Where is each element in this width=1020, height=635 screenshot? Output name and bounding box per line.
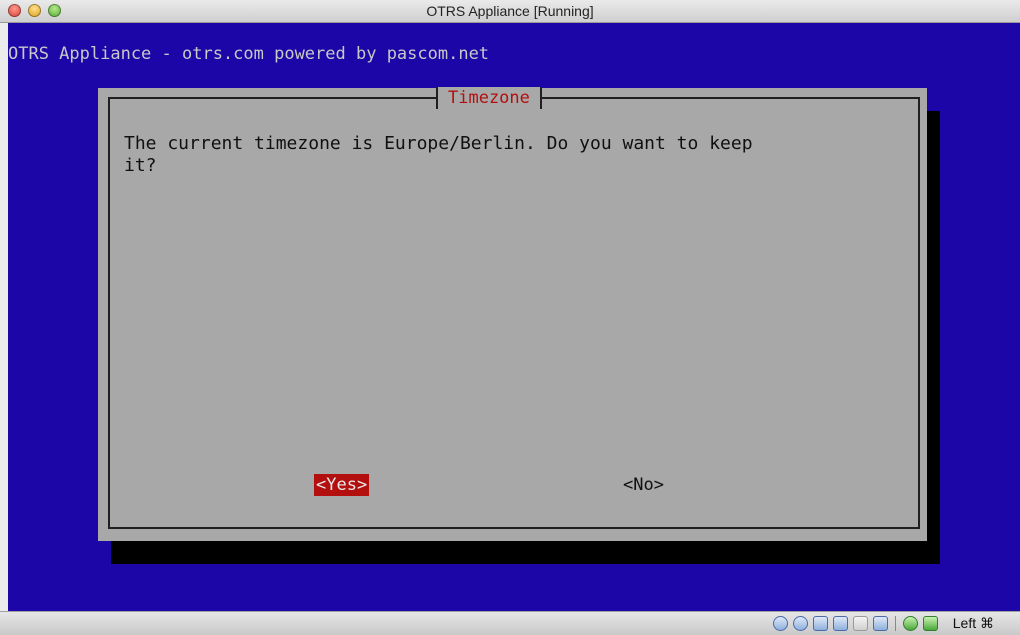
shared-folder-icon[interactable] xyxy=(853,616,868,631)
hard-disk-icon[interactable] xyxy=(773,616,788,631)
dialog-title: Timezone xyxy=(436,87,542,109)
yes-button[interactable]: <Yes> xyxy=(314,474,370,496)
usb-icon[interactable] xyxy=(813,616,828,631)
capture-icon[interactable] xyxy=(903,616,918,631)
window-titlebar: OTRS Appliance [Running] xyxy=(0,0,1020,23)
display-icon[interactable] xyxy=(873,616,888,631)
window-title: OTRS Appliance [Running] xyxy=(426,3,594,19)
mouse-integration-icon[interactable] xyxy=(923,616,938,631)
dialog-message: The current timezone is Europe/Berlin. D… xyxy=(124,133,753,176)
no-button[interactable]: <No> xyxy=(623,474,664,496)
network-icon[interactable] xyxy=(833,616,848,631)
host-key-label: Left ⌘ xyxy=(952,615,994,631)
console-backtitle: OTRS Appliance - otrs.com powered by pas… xyxy=(8,44,490,64)
vm-console-screen[interactable]: OTRS Appliance - otrs.com powered by pas… xyxy=(8,23,1020,611)
vm-statusbar: Left ⌘ xyxy=(0,611,1020,635)
statusbar-divider xyxy=(895,616,896,631)
optical-drive-icon[interactable] xyxy=(793,616,808,631)
